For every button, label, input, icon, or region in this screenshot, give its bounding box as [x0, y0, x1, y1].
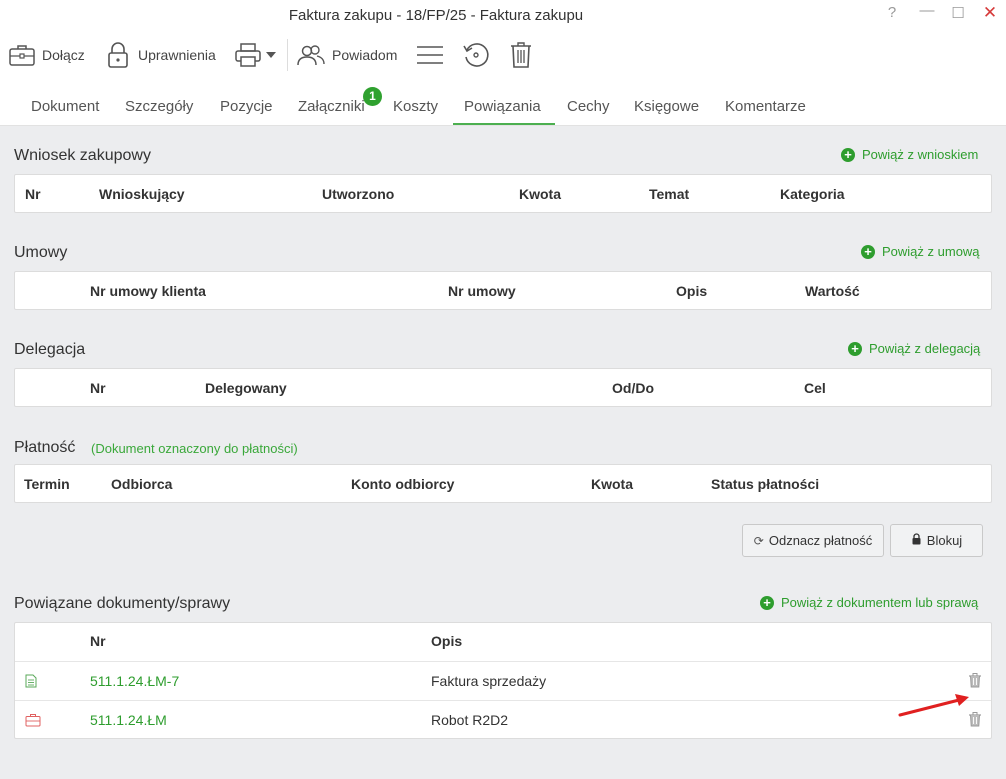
unmark-payment-button[interactable]: ⟳ Odznacz płatność	[742, 524, 884, 557]
link-document-label: Powiąż z dokumentem lub sprawą	[781, 595, 979, 610]
column-header[interactable]: Nr	[90, 633, 106, 649]
attach-button[interactable]: Dołącz	[8, 40, 85, 70]
column-header[interactable]: Utworzono	[322, 186, 394, 202]
table-row[interactable]: 511.1.24.ŁM Robot R2D2	[15, 700, 991, 739]
tab-dokument[interactable]: Dokument	[31, 98, 99, 115]
toolbar: Dołącz Uprawnienia Powiadom	[0, 32, 1006, 78]
print-button[interactable]	[234, 40, 276, 70]
link-delegation-label: Powiąż z delegacją	[869, 341, 981, 356]
related-documents-table: Nr Opis 511.1.24.ŁM-7 Faktura sprzedaży	[14, 622, 992, 739]
plus-circle-icon: +	[861, 244, 875, 259]
link-contract-button[interactable]: + Powiąż z umową	[861, 244, 980, 259]
document-number-link[interactable]: 511.1.24.ŁM-7	[90, 673, 179, 689]
lock-icon	[911, 533, 922, 548]
tab-powiazania[interactable]: Powiązania	[464, 98, 541, 115]
payment-title: Płatność	[14, 439, 76, 456]
block-button[interactable]: Blokuj	[890, 524, 983, 557]
plus-circle-icon: +	[760, 595, 774, 610]
window-title: Faktura zakupu - 18/FP/25 - Faktura zaku…	[288, 7, 584, 24]
tab-ksiegowe[interactable]: Księgowe	[634, 98, 699, 115]
column-header[interactable]: Opis	[676, 283, 707, 299]
maximize-button[interactable]: ☐	[948, 4, 968, 22]
refresh-icon	[462, 41, 490, 69]
trash-icon	[510, 41, 532, 69]
permissions-button[interactable]: Uprawnienia	[106, 40, 216, 70]
column-header[interactable]: Kwota	[519, 186, 561, 202]
column-header[interactable]: Delegowany	[205, 380, 287, 396]
help-button[interactable]: ?	[882, 4, 902, 21]
printer-icon	[234, 42, 262, 68]
column-header[interactable]: Opis	[431, 633, 462, 649]
table-row[interactable]: 511.1.24.ŁM-7 Faktura sprzedaży	[15, 661, 991, 700]
lock-icon	[106, 41, 130, 69]
attachments-count-badge: 1	[363, 87, 382, 106]
column-header[interactable]: Nr umowy klienta	[90, 283, 206, 299]
active-tab-indicator	[453, 123, 555, 125]
tab-bar: Dokument Szczegóły Pozycje Załączniki Ko…	[0, 78, 1006, 126]
column-header[interactable]: Kategoria	[780, 186, 845, 202]
annotation-arrow-icon	[898, 694, 969, 717]
delegation-table: Nr Delegowany Od/Do Cel	[14, 368, 992, 407]
menu-button[interactable]	[416, 40, 444, 70]
document-number-link[interactable]: 511.1.24.ŁM	[90, 712, 167, 728]
column-header[interactable]: Nr	[25, 186, 41, 202]
notify-button[interactable]: Powiadom	[296, 40, 397, 70]
link-delegation-button[interactable]: + Powiąż z delegacją	[848, 341, 980, 356]
column-header[interactable]: Odbiorca	[111, 476, 172, 492]
related-documents-title: Powiązane dokumenty/sprawy	[14, 595, 231, 612]
column-header[interactable]: Konto odbiorcy	[351, 476, 454, 492]
tab-komentarze[interactable]: Komentarze	[725, 98, 806, 115]
column-header[interactable]: Temat	[649, 186, 689, 202]
link-document-button[interactable]: + Powiąż z dokumentem lub sprawą	[760, 595, 978, 610]
hamburger-icon	[416, 44, 444, 66]
column-header[interactable]: Od/Do	[612, 380, 654, 396]
column-header[interactable]: Nr umowy	[448, 283, 516, 299]
document-icon	[25, 674, 37, 693]
title-bar: Faktura zakupu - 18/FP/25 - Faktura zaku…	[0, 0, 1006, 32]
tab-pozycje[interactable]: Pozycje	[220, 98, 273, 115]
tab-zalaczniki[interactable]: Załączniki	[298, 98, 365, 115]
chevron-down-icon[interactable]	[266, 51, 276, 59]
tab-szczegoly[interactable]: Szczegóły	[125, 98, 193, 115]
contracts-table: Nr umowy klienta Nr umowy Opis Wartość	[14, 271, 992, 310]
document-description: Faktura sprzedaży	[431, 673, 547, 689]
link-purchase-request-label: Powiąż z wnioskiem	[862, 147, 979, 162]
column-header[interactable]: Nr	[90, 380, 106, 396]
column-header[interactable]: Cel	[804, 380, 826, 396]
people-icon	[296, 43, 326, 67]
purchase-request-table: Nr Wnioskujący Utworzono Kwota Temat Kat…	[14, 174, 992, 213]
plus-circle-icon: +	[841, 147, 855, 162]
history-button[interactable]	[462, 40, 490, 70]
close-button[interactable]: ✕	[980, 3, 1000, 23]
permissions-label: Uprawnienia	[138, 47, 216, 63]
delegation-title: Delegacja	[14, 341, 86, 358]
notify-label: Powiadom	[332, 47, 398, 63]
case-icon	[25, 713, 41, 732]
tab-koszty[interactable]: Koszty	[393, 98, 438, 115]
refresh-icon: ⟳	[753, 533, 764, 548]
unmark-payment-label: Odznacz płatność	[768, 533, 873, 548]
block-label: Blokuj	[926, 533, 963, 548]
link-contract-label: Powiąż z umową	[882, 244, 980, 259]
toolbar-divider	[287, 39, 288, 71]
contracts-title: Umowy	[14, 244, 68, 261]
column-header[interactable]: Wartość	[805, 283, 860, 299]
column-header[interactable]: Termin	[24, 476, 70, 492]
payment-table: Termin Odbiorca Konto odbiorcy Kwota Sta…	[14, 464, 992, 503]
tab-cechy[interactable]: Cechy	[567, 98, 610, 115]
minimize-button[interactable]: —	[917, 2, 937, 19]
column-header[interactable]: Kwota	[591, 476, 633, 492]
column-header[interactable]: Wnioskujący	[99, 186, 185, 202]
link-purchase-request-button[interactable]: + Powiąż z wnioskiem	[841, 147, 978, 162]
plus-circle-icon: +	[848, 341, 862, 356]
delete-button[interactable]	[510, 40, 532, 70]
column-header[interactable]: Status płatności	[711, 476, 819, 492]
attach-label: Dołącz	[42, 47, 85, 63]
purchase-request-title: Wniosek zakupowy	[14, 147, 151, 164]
document-description: Robot R2D2	[431, 712, 509, 728]
payment-status-note: (Dokument oznaczony do płatności)	[91, 441, 298, 456]
briefcase-icon	[8, 42, 36, 68]
